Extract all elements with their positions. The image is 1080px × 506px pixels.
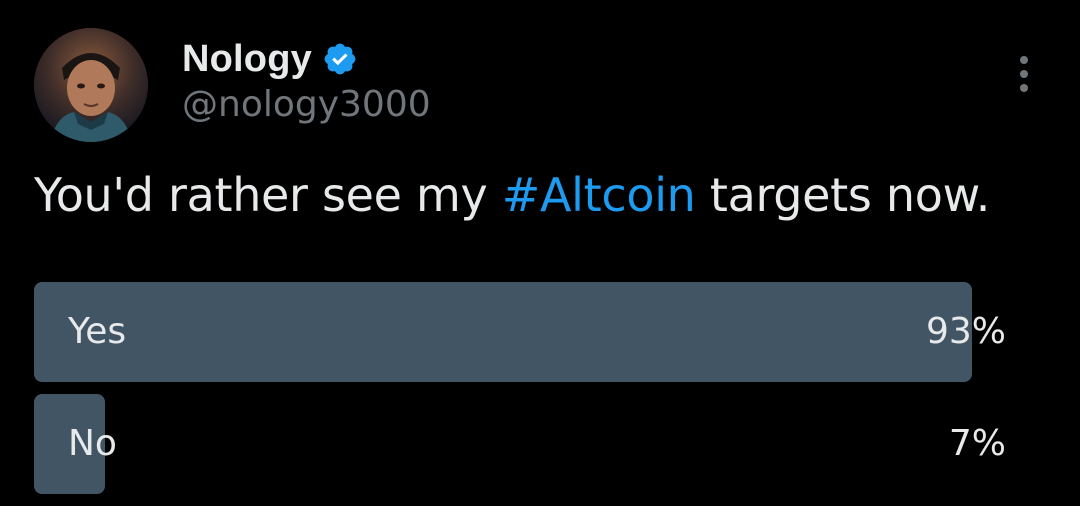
- poll-percent-yes: 93%: [925, 311, 1006, 352]
- author-handle[interactable]: @nology3000: [182, 84, 431, 125]
- poll-percent-no: 7%: [948, 423, 1006, 464]
- poll-bar-yes: [34, 282, 972, 382]
- poll-option-yes: Yes 93%: [34, 282, 1010, 382]
- avatar[interactable]: [34, 28, 148, 142]
- tweet-text-before: You'd rather see my: [34, 168, 502, 222]
- verified-badge-icon[interactable]: [322, 41, 358, 77]
- tweet-card: Nology @nology3000 You'd rather see my #…: [0, 0, 1080, 506]
- more-vertical-icon[interactable]: [1010, 52, 1038, 96]
- tweet-text-after: targets now.: [695, 168, 991, 222]
- poll-label-yes: Yes: [68, 311, 127, 352]
- tweet-text: You'd rather see my #Altcoin targets now…: [34, 168, 990, 222]
- poll-label-no: No: [68, 423, 117, 464]
- avatar-image: [34, 28, 148, 142]
- hashtag-link[interactable]: #Altcoin: [502, 168, 696, 222]
- display-name[interactable]: Nology: [182, 38, 312, 81]
- poll-option-no: No 7%: [34, 394, 1010, 494]
- author-name-row: Nology: [182, 36, 358, 82]
